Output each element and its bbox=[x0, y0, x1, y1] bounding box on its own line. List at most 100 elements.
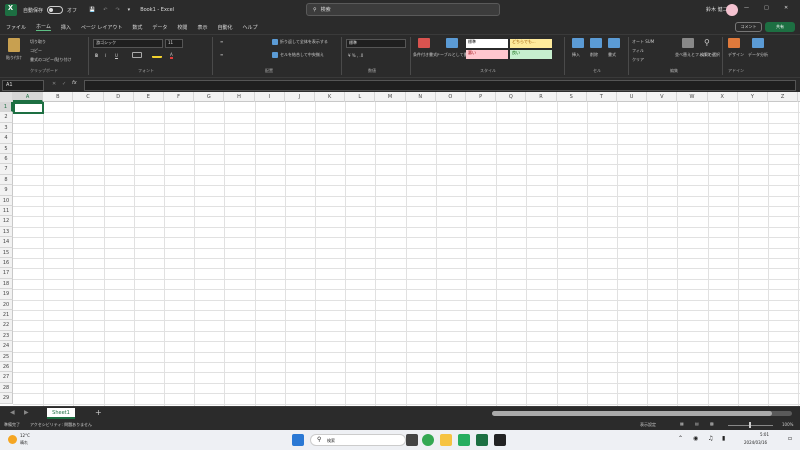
share-button[interactable]: 共有 bbox=[765, 22, 795, 32]
close-icon[interactable]: ✕ bbox=[784, 5, 788, 11]
column-header-s[interactable]: S bbox=[557, 92, 587, 102]
row-header-10[interactable]: 10 bbox=[0, 195, 13, 206]
cancel-icon[interactable]: ✕ bbox=[52, 81, 56, 87]
row-header-26[interactable]: 26 bbox=[0, 362, 13, 373]
conditional-format-icon[interactable] bbox=[418, 38, 430, 48]
row-header-16[interactable]: 16 bbox=[0, 258, 13, 269]
tab-file[interactable]: ファイル bbox=[6, 24, 26, 31]
tab-formulas[interactable]: 数式 bbox=[132, 24, 142, 31]
chrome-icon[interactable] bbox=[422, 434, 434, 446]
autosave-toggle[interactable] bbox=[47, 6, 64, 14]
zoom-level[interactable]: 100% bbox=[782, 422, 793, 427]
taskbar-search[interactable]: ⚲ 検索 bbox=[310, 434, 406, 446]
app-icon[interactable] bbox=[458, 434, 470, 446]
align-top-icon[interactable]: ≡ bbox=[220, 39, 223, 44]
wrap-text-icon[interactable] bbox=[272, 39, 278, 45]
row-header-7[interactable]: 7 bbox=[0, 164, 13, 175]
borders-icon[interactable] bbox=[132, 52, 142, 58]
align-left-icon[interactable]: ≡ bbox=[220, 52, 223, 57]
row-header-19[interactable]: 19 bbox=[0, 289, 13, 300]
enter-icon[interactable]: ✓ bbox=[62, 81, 66, 87]
page-layout-view-icon[interactable]: ▤ bbox=[695, 421, 699, 426]
row-header-14[interactable]: 14 bbox=[0, 237, 13, 248]
delete-cells-icon[interactable] bbox=[590, 38, 602, 48]
fill-button[interactable]: フィル bbox=[632, 48, 644, 54]
column-header-c[interactable]: C bbox=[73, 92, 104, 102]
font-size-select[interactable]: 11 bbox=[165, 39, 183, 48]
copy-button[interactable]: コピー bbox=[30, 48, 42, 54]
row-header-9[interactable]: 9 bbox=[0, 185, 13, 196]
terminal-icon[interactable] bbox=[494, 434, 506, 446]
row-header-18[interactable]: 18 bbox=[0, 278, 13, 290]
underline-button[interactable]: U bbox=[115, 53, 118, 58]
normal-view-icon[interactable]: ▦ bbox=[680, 421, 684, 426]
format-cells-button[interactable]: 書式 bbox=[608, 52, 616, 58]
notification-icon[interactable]: ▫ bbox=[788, 435, 792, 442]
row-header-6[interactable]: 6 bbox=[0, 154, 13, 165]
style-bad[interactable]: 悪い bbox=[466, 50, 508, 59]
row-header-29[interactable]: 29 bbox=[0, 393, 13, 404]
name-box[interactable]: A1 bbox=[2, 80, 44, 91]
row-header-12[interactable]: 12 bbox=[0, 216, 13, 227]
zoom-slider-thumb[interactable] bbox=[749, 422, 751, 428]
column-header-p[interactable]: P bbox=[466, 92, 497, 102]
find-select-button[interactable]: 検索と選択 bbox=[700, 52, 720, 58]
column-header-z[interactable]: Z bbox=[768, 92, 799, 102]
analyze-data-button[interactable]: データ分析 bbox=[748, 52, 768, 58]
style-normal[interactable]: 標準 bbox=[466, 39, 508, 48]
redo-icon[interactable]: ↷ bbox=[115, 7, 119, 13]
merge-center-button[interactable]: セルを結合して中央揃え bbox=[280, 52, 324, 58]
font-color-icon[interactable]: A bbox=[170, 52, 173, 59]
page-break-view-icon[interactable]: ▩ bbox=[710, 421, 714, 426]
delete-cells-button[interactable]: 削除 bbox=[590, 52, 598, 58]
row-header-8[interactable]: 8 bbox=[0, 174, 13, 186]
column-header-l[interactable]: L bbox=[345, 92, 376, 102]
column-header-r[interactable]: R bbox=[526, 92, 557, 102]
prev-sheet-icon[interactable]: ◀ bbox=[10, 409, 15, 416]
row-header-25[interactable]: 25 bbox=[0, 351, 13, 362]
tab-insert[interactable]: 挿入 bbox=[61, 24, 71, 31]
start-icon[interactable] bbox=[292, 434, 304, 446]
comment-button[interactable]: コメント bbox=[735, 22, 762, 32]
sheet-tab[interactable]: Sheet1 bbox=[47, 408, 75, 419]
fill-color-icon[interactable] bbox=[152, 52, 162, 58]
row-header-1[interactable]: 1 bbox=[0, 102, 13, 113]
column-header-h[interactable]: H bbox=[224, 92, 255, 102]
autosum-button[interactable]: オート SUM bbox=[632, 39, 654, 45]
column-header-v[interactable]: V bbox=[647, 92, 678, 102]
row-header-4[interactable]: 4 bbox=[0, 133, 13, 144]
add-sheet-button[interactable]: + bbox=[95, 408, 102, 417]
row-header-21[interactable]: 21 bbox=[0, 310, 13, 321]
battery-icon[interactable]: ▮ bbox=[722, 435, 725, 442]
row-header-11[interactable]: 11 bbox=[0, 206, 13, 217]
number-format-select[interactable]: 標準 bbox=[346, 39, 406, 48]
column-header-f[interactable]: F bbox=[164, 92, 195, 102]
column-header-y[interactable]: Y bbox=[738, 92, 768, 102]
tab-automate[interactable]: 自動化 bbox=[217, 24, 232, 31]
paste-label[interactable]: 貼り付け bbox=[6, 55, 22, 61]
scrollbar-thumb[interactable] bbox=[492, 411, 772, 416]
row-header-27[interactable]: 27 bbox=[0, 372, 13, 383]
select-all-button[interactable] bbox=[0, 92, 13, 102]
wrap-text-button[interactable]: 折り返して全体を表示する bbox=[280, 39, 328, 45]
tab-help[interactable]: ヘルプ bbox=[242, 24, 257, 31]
tray-chevron-icon[interactable]: ⌃ bbox=[678, 435, 683, 442]
avatar[interactable] bbox=[726, 4, 738, 16]
tab-view[interactable]: 表示 bbox=[197, 24, 207, 31]
row-header-17[interactable]: 17 bbox=[0, 268, 13, 279]
column-header-n[interactable]: N bbox=[406, 92, 436, 102]
row-header-2[interactable]: 2 bbox=[0, 112, 13, 123]
currency-percent-icons[interactable]: ¥ % , .0 bbox=[348, 53, 363, 58]
sort-filter-icon[interactable] bbox=[682, 38, 694, 48]
column-header-d[interactable]: D bbox=[104, 92, 134, 102]
italic-button[interactable]: I bbox=[105, 53, 106, 58]
file-explorer-icon[interactable] bbox=[440, 434, 452, 446]
customize-toolbar-icon[interactable]: ▾ bbox=[128, 7, 131, 13]
column-header-b[interactable]: B bbox=[43, 92, 74, 102]
formula-input[interactable] bbox=[84, 80, 796, 91]
tab-page-layout[interactable]: ページ レイアウト bbox=[81, 24, 123, 31]
style-neutral[interactable]: どちらでも... bbox=[510, 39, 552, 48]
worksheet-grid[interactable]: ABCDEFGHIJKLMNOPQRSTUVWXYZ 1 2 3 4 5 6 7 8 9 10 11… bbox=[0, 92, 800, 406]
task-view-icon[interactable] bbox=[406, 434, 418, 446]
row-header-5[interactable]: 5 bbox=[0, 143, 13, 154]
